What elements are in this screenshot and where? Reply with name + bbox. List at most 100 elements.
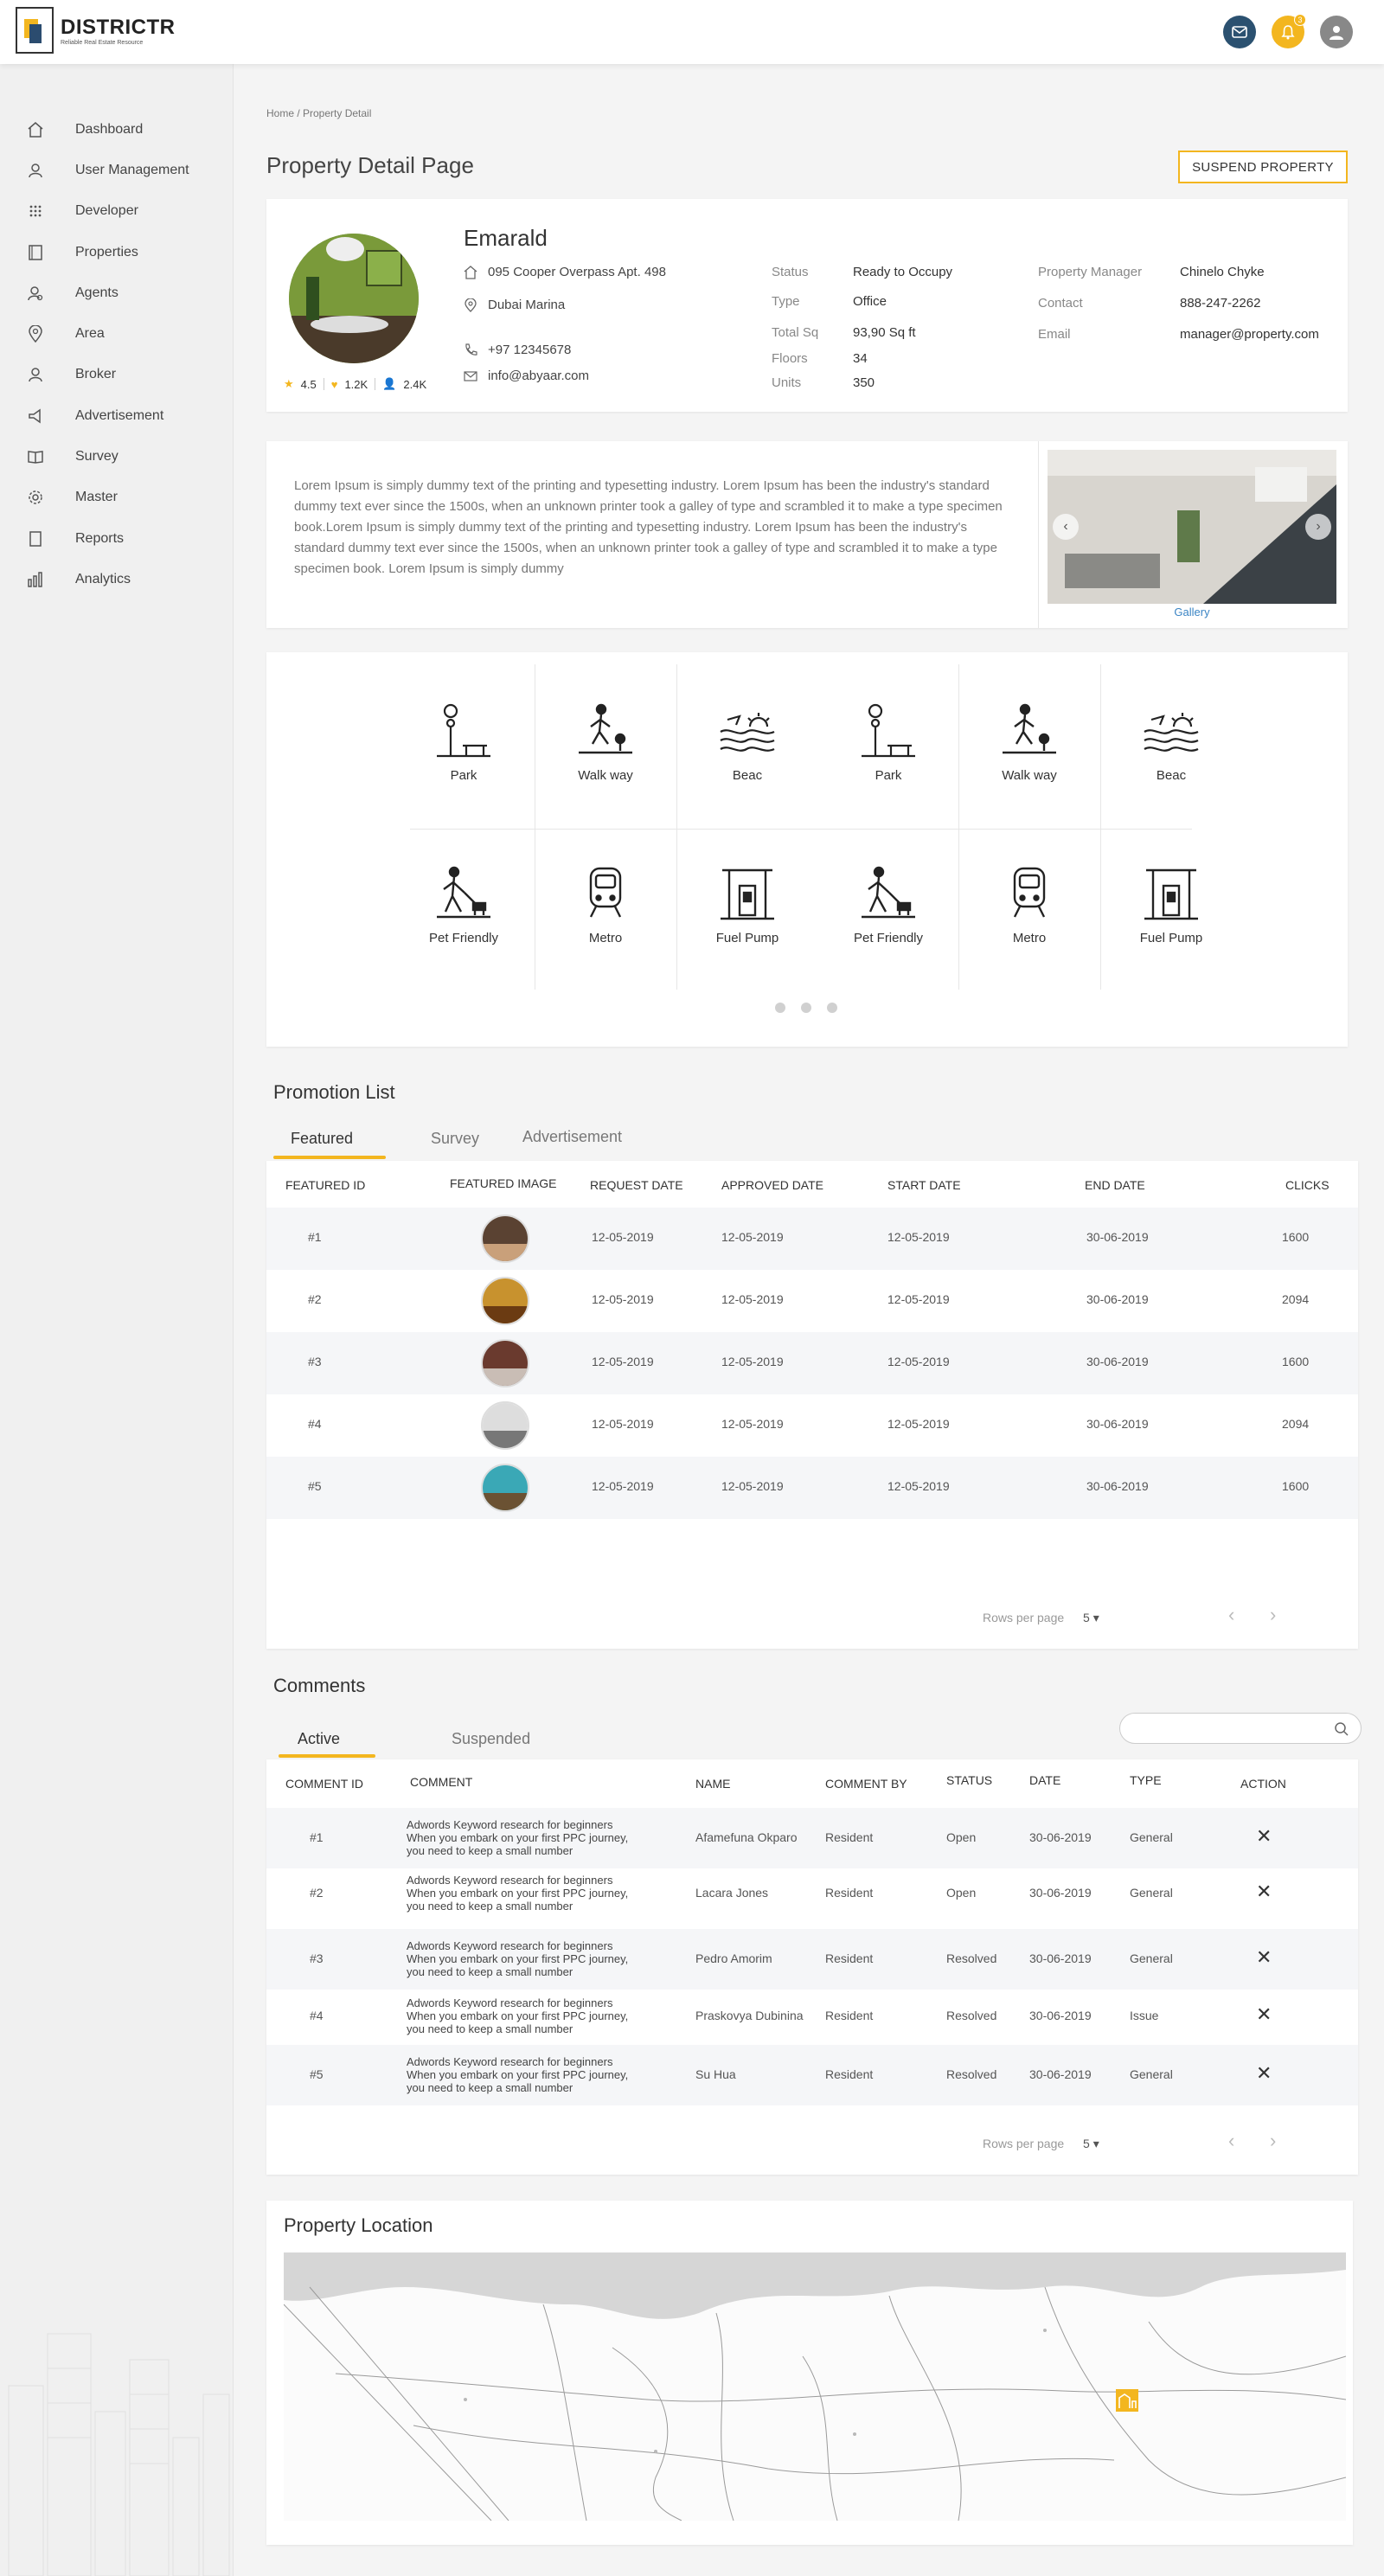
table-row[interactable]: #4 Praskovya Dubinina Resident Resolved 30-0…: [266, 1986, 1358, 2047]
close-icon[interactable]: ✕: [1256, 2003, 1272, 2026]
table-row[interactable]: #1 Afamefuna Okparo Resident Open 30-06-2019…: [266, 1808, 1358, 1868]
table-cell: 12-05-2019: [592, 1230, 654, 1244]
sidebar-item-properties[interactable]: Properties: [0, 232, 233, 272]
park-icon: [393, 701, 535, 761]
sidebar-item-broker[interactable]: Broker: [0, 355, 233, 395]
gallery-next-button[interactable]: ›: [1305, 514, 1331, 540]
featured-image[interactable]: [481, 1214, 529, 1263]
sidebar-item-master[interactable]: Master: [0, 477, 233, 518]
sidebar-item-developer[interactable]: Developer: [0, 191, 233, 232]
table-cell: 12-05-2019: [887, 1292, 950, 1306]
detail-label: Type: [772, 294, 800, 309]
table-row[interactable]: #3 12-05-2019 12-05-2019 12-05-2019 30-06-20…: [266, 1332, 1358, 1394]
rows-per-page-select[interactable]: 5 ▾: [1083, 1611, 1099, 1625]
tab-featured[interactable]: Featured: [291, 1130, 353, 1148]
table-cell: Resolved: [946, 2067, 997, 2081]
sidebar-item-dashboard[interactable]: Dashboard: [0, 109, 233, 150]
table-cell: 1600: [1282, 1479, 1310, 1493]
sidebar-item-agents[interactable]: Agents: [0, 272, 233, 313]
table-cell: 12-05-2019: [887, 1230, 950, 1244]
amenity-item: Metro: [535, 863, 676, 945]
prev-page-button[interactable]: ‹: [1228, 2130, 1234, 2152]
next-page-button[interactable]: ›: [1270, 2130, 1276, 2152]
featured-image[interactable]: [481, 1277, 529, 1325]
gallery-link[interactable]: Gallery: [1048, 606, 1336, 618]
column-header: NAME: [695, 1777, 731, 1791]
suspend-property-button[interactable]: SUSPEND PROPERTY: [1178, 151, 1348, 183]
gallery-image[interactable]: ‹ ›: [1048, 450, 1336, 604]
tab-survey[interactable]: Survey: [431, 1130, 479, 1148]
logo[interactable]: DISTRICTR Reliable Real Estate Resource: [16, 7, 176, 54]
amenity-label: Pet Friendly: [428, 931, 499, 945]
heart-icon: ♥: [330, 377, 338, 391]
table-cell: 12-05-2019: [721, 1292, 784, 1306]
table-cell: 30-06-2019: [1029, 1830, 1092, 1844]
carousel-dot[interactable]: [775, 1003, 785, 1013]
tab-suspended[interactable]: Suspended: [452, 1730, 530, 1748]
tab-advertisement[interactable]: Advertisement: [522, 1128, 622, 1146]
detail-value: Ready to Occupy: [853, 265, 953, 279]
search-icon[interactable]: [1334, 1721, 1349, 1737]
table-cell: General: [1130, 1830, 1173, 1844]
close-icon[interactable]: ✕: [1256, 1946, 1272, 1969]
mail-button[interactable]: [1223, 16, 1256, 48]
column-header: STATUS: [946, 1773, 993, 1787]
prev-page-button[interactable]: ‹: [1228, 1604, 1234, 1626]
table-row[interactable]: #2 12-05-2019 12-05-2019 12-05-2019 30-06-20…: [266, 1270, 1358, 1332]
amenity-label: Beac: [732, 768, 763, 783]
close-icon[interactable]: ✕: [1256, 2062, 1272, 2085]
close-icon[interactable]: ✕: [1256, 1881, 1272, 1903]
next-page-button[interactable]: ›: [1270, 1604, 1276, 1626]
carousel-dot[interactable]: [827, 1003, 837, 1013]
featured-image[interactable]: [481, 1464, 529, 1512]
chevron-right-icon: ›: [1316, 519, 1321, 534]
amenity-item: Walk way: [535, 701, 676, 783]
rating-value: 4.5: [300, 377, 317, 391]
comment-line: Adwords Keyword research for beginners: [407, 1939, 613, 1952]
table-cell: #1: [310, 1830, 324, 1844]
sidebar-item-analytics[interactable]: Analytics: [0, 559, 233, 599]
phone-line: +97 12345678: [464, 343, 571, 357]
email-text[interactable]: info@abyaar.com: [488, 368, 589, 383]
table-row[interactable]: #1 12-05-2019 12-05-2019 12-05-2019 30-06-20…: [266, 1208, 1358, 1270]
followers-value: 2.4K: [403, 377, 427, 391]
gallery-prev-button[interactable]: ‹: [1053, 514, 1079, 540]
bar-chart-icon: [26, 570, 45, 589]
table-row[interactable]: #5 Su Hua Resident Resolved 30-06-2019 Genera…: [266, 2045, 1358, 2105]
table-cell: 12-05-2019: [887, 1355, 950, 1368]
chevron-right-icon: ›: [1270, 1604, 1277, 1625]
table-cell: Resident: [825, 2067, 874, 2081]
amenity-item: Beac: [676, 701, 818, 783]
table-cell: #5: [310, 2067, 324, 2081]
location-map[interactable]: [284, 2252, 1346, 2521]
breadcrumb[interactable]: Home / Property Detail: [266, 107, 371, 119]
rows-per-page-select[interactable]: 5 ▾: [1083, 2137, 1099, 2151]
carousel-dot[interactable]: [801, 1003, 811, 1013]
sidebar-item-reports[interactable]: Reports: [0, 518, 233, 559]
table-cell: 30-06-2019: [1086, 1292, 1149, 1306]
comment-line: When you embark on your first PPC journe…: [407, 1952, 629, 1965]
table-cell: General: [1130, 1951, 1173, 1965]
description-card: Lorem Ipsum is simply dummy text of the …: [266, 441, 1348, 628]
search-input[interactable]: [1119, 1713, 1362, 1744]
detail-value[interactable]: manager@property.com: [1180, 327, 1344, 342]
sidebar-item-user-management[interactable]: User Management: [0, 150, 233, 190]
beach-icon: [1100, 701, 1242, 761]
featured-image[interactable]: [481, 1401, 529, 1450]
amenity-label: Pet Friendly: [853, 931, 924, 945]
phone-text[interactable]: +97 12345678: [488, 343, 571, 357]
table-row[interactable]: #4 12-05-2019 12-05-2019 12-05-2019 30-06-20…: [266, 1394, 1358, 1457]
close-icon[interactable]: ✕: [1256, 1825, 1272, 1848]
table-row[interactable]: #3 Pedro Amorim Resident Resolved 30-06-2019…: [266, 1929, 1358, 1990]
profile-button[interactable]: [1320, 16, 1353, 48]
notifications-button[interactable]: 3: [1272, 14, 1306, 48]
table-cell: 2094: [1282, 1417, 1310, 1431]
sidebar-item-survey[interactable]: Survey: [0, 436, 233, 477]
sidebar-item-advertisement[interactable]: Advertisement: [0, 395, 233, 436]
table-row[interactable]: #5 12-05-2019 12-05-2019 12-05-2019 30-06-20…: [266, 1457, 1358, 1519]
table-row[interactable]: #2 Lacara Jones Resident Open 30-06-2019 Gene…: [266, 1863, 1358, 1924]
comment-text: Adwords Keyword research for beginners Wh…: [407, 1996, 649, 2035]
sidebar-item-area[interactable]: Area: [0, 313, 233, 354]
featured-image[interactable]: [481, 1339, 529, 1387]
tab-active[interactable]: Active: [298, 1730, 340, 1748]
